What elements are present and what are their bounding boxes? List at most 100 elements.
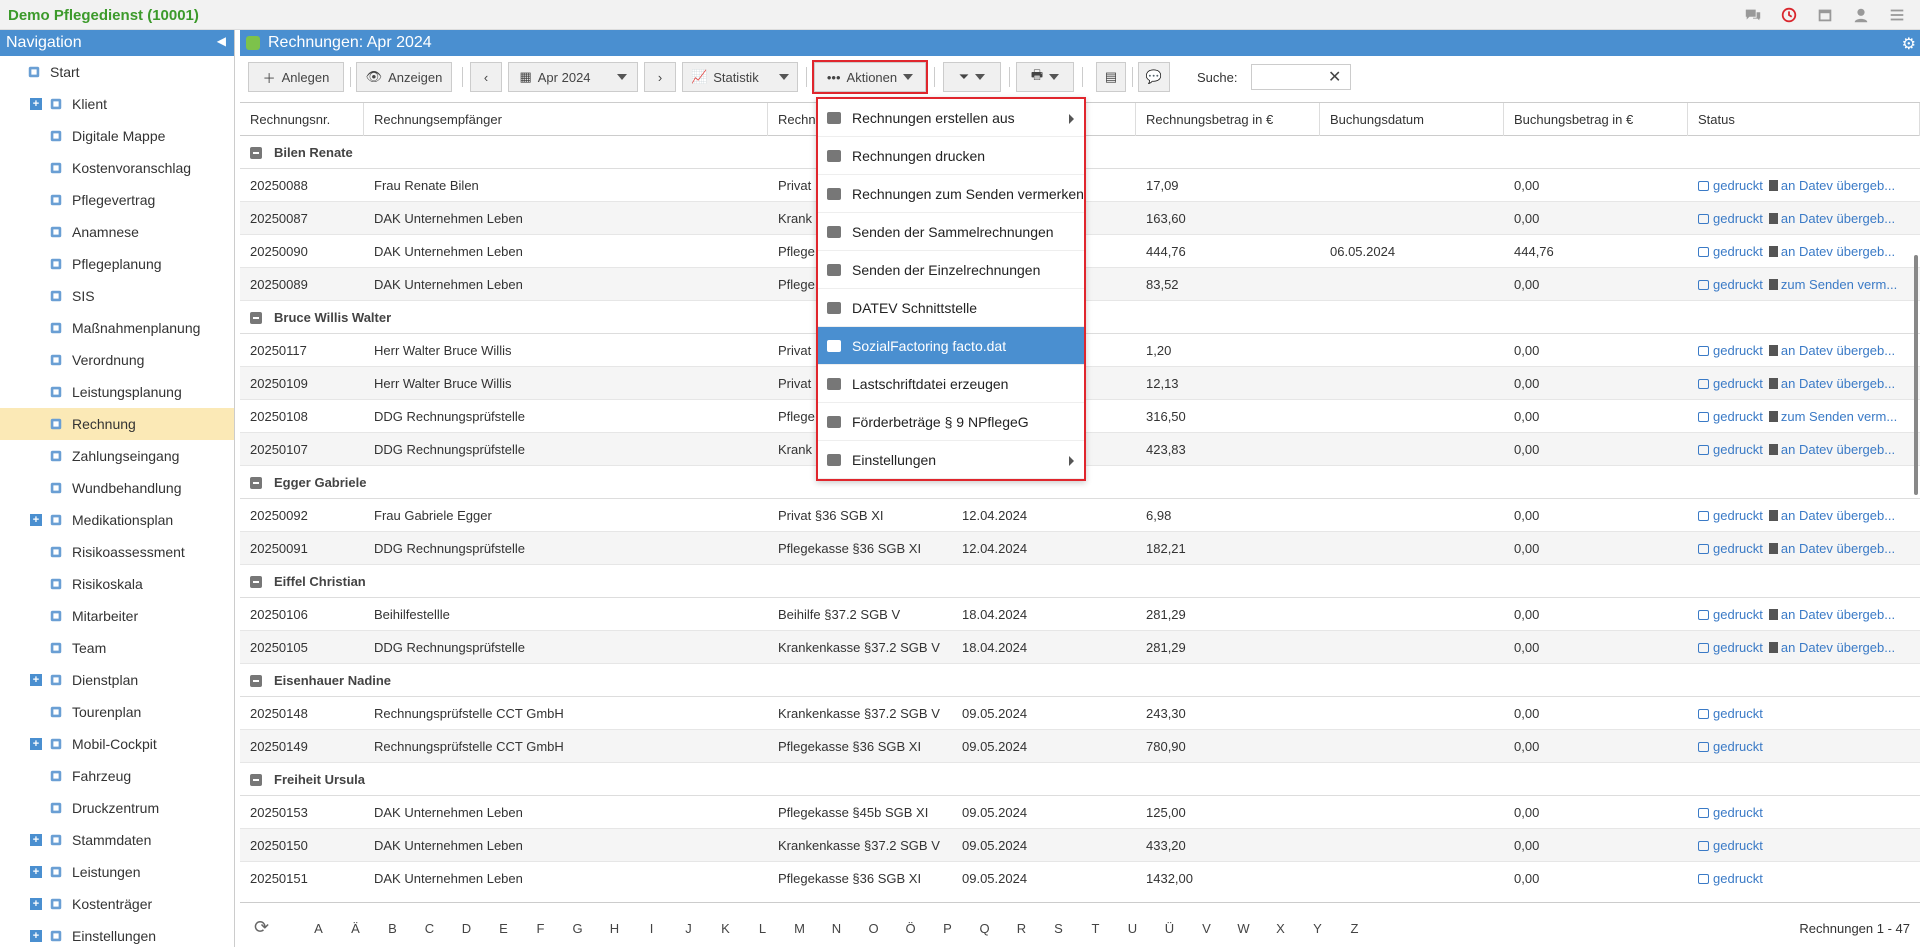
status-printed[interactable]: gedruckt bbox=[1713, 343, 1763, 358]
cell-status[interactable]: gedruckt zum Senden verm... bbox=[1688, 400, 1920, 433]
alpha-filter-letter[interactable]: G bbox=[559, 921, 596, 936]
status-printed[interactable]: gedruckt bbox=[1713, 376, 1763, 391]
sidebar-item-kostenvoranschlag[interactable]: Kostenvoranschlag bbox=[0, 152, 234, 184]
menu-item-5[interactable]: Senden der Einzelrechnungen bbox=[818, 251, 1084, 289]
alpha-filter-letter[interactable]: R bbox=[1003, 921, 1040, 936]
alpha-filter-letter[interactable]: E bbox=[485, 921, 522, 936]
column-header[interactable]: Rechnungsempfänger bbox=[364, 103, 768, 136]
column-header[interactable]: Buchungsdatum bbox=[1320, 103, 1504, 136]
cell-status[interactable]: gedruckt an Datev übergeb... bbox=[1688, 235, 1920, 268]
sidebar-item-team[interactable]: Team bbox=[0, 632, 234, 664]
print-button[interactable]: 🖶 bbox=[1016, 62, 1074, 92]
alpha-filter-letter[interactable]: X bbox=[1262, 921, 1299, 936]
table-row[interactable]: 20250150 DAK Unternehmen Leben Krankenkass… bbox=[240, 829, 1920, 862]
cell-status[interactable]: gedruckt an Datev übergeb... bbox=[1688, 169, 1920, 202]
status-transfer[interactable]: an Datev übergeb... bbox=[1781, 541, 1895, 556]
alpha-filter-letter[interactable]: N bbox=[818, 921, 855, 936]
status-transfer[interactable]: an Datev übergeb... bbox=[1781, 244, 1895, 259]
group-row[interactable]: Eisenhauer Nadine bbox=[240, 664, 1920, 697]
expand-icon[interactable]: + bbox=[30, 834, 42, 846]
collapse-sidebar-icon[interactable]: ◀ bbox=[217, 34, 226, 48]
sidebar-item-pflegevertrag[interactable]: Pflegevertrag bbox=[0, 184, 234, 216]
sidebar-item-wundbehandlung[interactable]: Wundbehandlung bbox=[0, 472, 234, 504]
statistics-button[interactable]: 📈 Statistik bbox=[682, 62, 798, 92]
status-printed[interactable]: gedruckt bbox=[1713, 838, 1763, 853]
menu-item-3[interactable]: Rechnungen zum Senden vermerken bbox=[818, 175, 1084, 213]
sidebar-item-anamnese[interactable]: Anamnese bbox=[0, 216, 234, 248]
expand-icon[interactable]: + bbox=[30, 866, 42, 878]
collapse-group-icon[interactable] bbox=[250, 477, 262, 489]
cell-status[interactable]: gedruckt bbox=[1688, 829, 1920, 862]
status-printed[interactable]: gedruckt bbox=[1713, 409, 1763, 424]
cell-status[interactable]: gedruckt zum Senden verm... bbox=[1688, 268, 1920, 301]
create-button[interactable]: ＋ Anlegen bbox=[248, 62, 344, 92]
status-printed[interactable]: gedruckt bbox=[1713, 607, 1763, 622]
alpha-filter-letter[interactable]: S bbox=[1040, 921, 1077, 936]
table-row[interactable]: 20250106 Beihilfestellle Beihilfe §37.2 SG… bbox=[240, 598, 1920, 631]
alpha-filter-letter[interactable]: U bbox=[1114, 921, 1151, 936]
status-printed[interactable]: gedruckt bbox=[1713, 805, 1763, 820]
status-printed[interactable]: gedruckt bbox=[1713, 178, 1763, 193]
alpha-filter-letter[interactable]: K bbox=[707, 921, 744, 936]
sidebar-item-druckzentrum[interactable]: Druckzentrum bbox=[0, 792, 234, 824]
status-transfer[interactable]: zum Senden verm... bbox=[1781, 277, 1897, 292]
collapse-group-icon[interactable] bbox=[250, 312, 262, 324]
sidebar-item-leistungen[interactable]: + Leistungen bbox=[0, 856, 234, 888]
sidebar-item-stammdaten[interactable]: + Stammdaten bbox=[0, 824, 234, 856]
cell-status[interactable]: gedruckt bbox=[1688, 796, 1920, 829]
cell-status[interactable]: gedruckt an Datev übergeb... bbox=[1688, 367, 1920, 400]
sidebar-item-zahlungseingang[interactable]: Zahlungseingang bbox=[0, 440, 234, 472]
status-transfer[interactable]: an Datev übergeb... bbox=[1781, 607, 1895, 622]
status-printed[interactable]: gedruckt bbox=[1713, 871, 1763, 886]
cell-status[interactable]: gedruckt an Datev übergeb... bbox=[1688, 334, 1920, 367]
alpha-filter-letter[interactable]: B bbox=[374, 921, 411, 936]
export-excel-button[interactable]: ▤ bbox=[1096, 62, 1126, 92]
sidebar-item-digitale-mappe[interactable]: Digitale Mappe bbox=[0, 120, 234, 152]
sidebar-item-mobil-cockpit[interactable]: + Mobil-Cockpit bbox=[0, 728, 234, 760]
status-transfer[interactable]: zum Senden verm... bbox=[1781, 409, 1897, 424]
collapse-group-icon[interactable] bbox=[250, 147, 262, 159]
alpha-filter-letter[interactable]: Q bbox=[966, 921, 1003, 936]
alpha-filter-letter[interactable]: C bbox=[411, 921, 448, 936]
alpha-filter-letter[interactable]: V bbox=[1188, 921, 1225, 936]
alpha-filter-letter[interactable]: Y bbox=[1299, 921, 1336, 936]
sidebar-item-klient[interactable]: + Klient bbox=[0, 88, 234, 120]
status-printed[interactable]: gedruckt bbox=[1713, 739, 1763, 754]
status-transfer[interactable]: an Datev übergeb... bbox=[1781, 442, 1895, 457]
cell-status[interactable]: gedruckt an Datev übergeb... bbox=[1688, 631, 1920, 664]
sidebar-item-sis[interactable]: SIS bbox=[0, 280, 234, 312]
prev-period-button[interactable]: ‹ bbox=[470, 62, 502, 92]
menu-item-1[interactable]: Rechnungen erstellen aus bbox=[818, 99, 1084, 137]
scrollbar[interactable] bbox=[1914, 255, 1918, 495]
alpha-filter-letter[interactable]: P bbox=[929, 921, 966, 936]
sidebar-item-start[interactable]: Start bbox=[0, 56, 234, 88]
menu-icon[interactable] bbox=[1886, 5, 1908, 25]
sidebar-item-einstellungen[interactable]: + Einstellungen bbox=[0, 920, 234, 947]
menu-item-7[interactable]: SozialFactoring facto.dat bbox=[818, 327, 1084, 365]
menu-item-6[interactable]: DATEV Schnittstelle bbox=[818, 289, 1084, 327]
close-icon[interactable]: ✕ bbox=[1328, 67, 1341, 87]
filter-button[interactable]: ⏷ bbox=[943, 62, 1001, 92]
menu-item-8[interactable]: Lastschriftdatei erzeugen bbox=[818, 365, 1084, 403]
sidebar-item-tourenplan[interactable]: Tourenplan bbox=[0, 696, 234, 728]
view-button[interactable]: 👁 Anzeigen bbox=[356, 62, 452, 92]
expand-icon[interactable]: + bbox=[30, 738, 42, 750]
alpha-filter-letter[interactable]: F bbox=[522, 921, 559, 936]
status-transfer[interactable]: an Datev übergeb... bbox=[1781, 376, 1895, 391]
table-row[interactable]: 20250091 DDG Rechnungsprüfstelle Pflegekas… bbox=[240, 532, 1920, 565]
sidebar-item-pflegeplanung[interactable]: Pflegeplanung bbox=[0, 248, 234, 280]
actions-button[interactable]: ••• Aktionen bbox=[812, 60, 928, 94]
alpha-filter-letter[interactable]: M bbox=[781, 921, 818, 936]
status-printed[interactable]: gedruckt bbox=[1713, 541, 1763, 556]
alpha-filter-letter[interactable]: D bbox=[448, 921, 485, 936]
menu-item-10[interactable]: Einstellungen bbox=[818, 441, 1084, 479]
settings-gear-icon[interactable]: ⚙ bbox=[1902, 34, 1916, 54]
expand-icon[interactable]: + bbox=[30, 514, 42, 526]
sidebar-item-kostenträger[interactable]: + Kostenträger bbox=[0, 888, 234, 920]
alpha-filter-letter[interactable]: Ö bbox=[892, 921, 929, 936]
status-transfer[interactable]: an Datev übergeb... bbox=[1781, 343, 1895, 358]
menu-item-4[interactable]: Senden der Sammelrechnungen bbox=[818, 213, 1084, 251]
sidebar-item-maßnahmenplanung[interactable]: Maßnahmenplanung bbox=[0, 312, 234, 344]
alpha-filter-letter[interactable]: Z bbox=[1336, 921, 1373, 936]
table-row[interactable]: 20250149 Rechnungsprüfstelle CCT GmbH Pfle… bbox=[240, 730, 1920, 763]
